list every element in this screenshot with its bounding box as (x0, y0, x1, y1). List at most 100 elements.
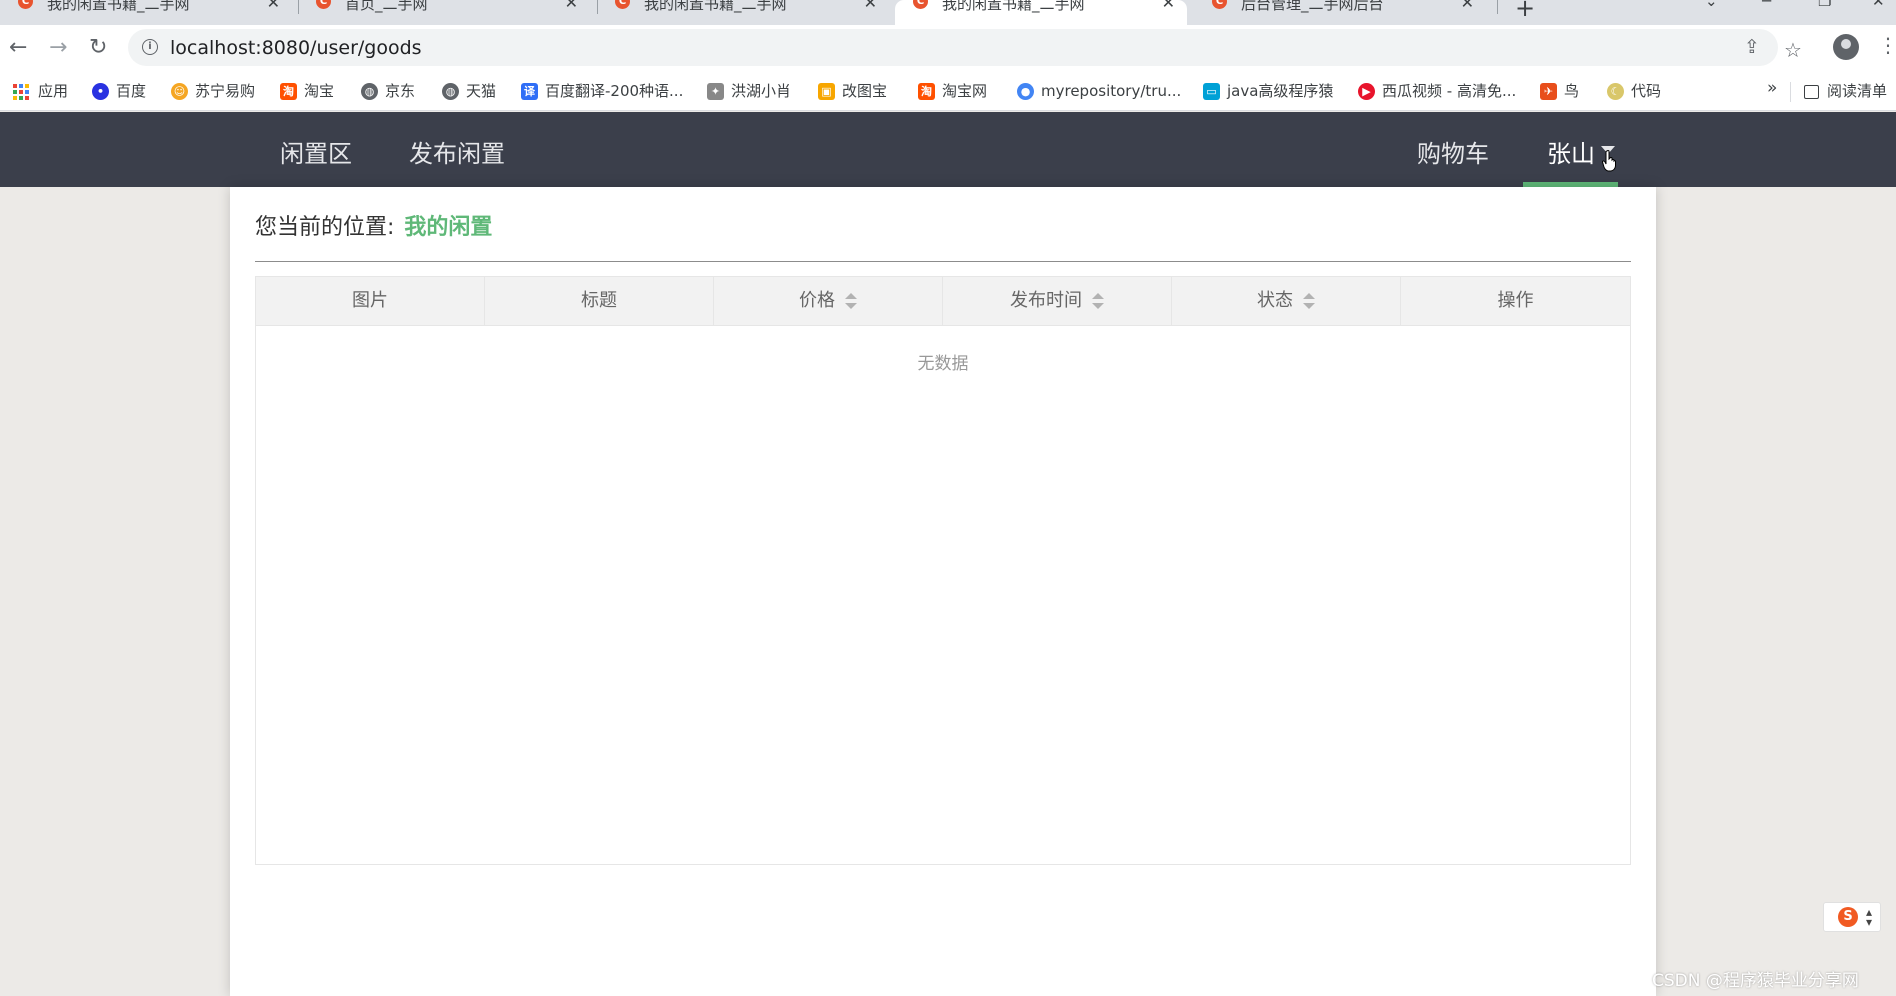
bookmark-java[interactable]: ▭ java高级程序猿 (1203, 80, 1333, 102)
bookmarks-divider (1790, 82, 1791, 102)
tab-close-icon[interactable]: ✕ (565, 0, 578, 11)
bookmark-gaitubao[interactable]: ▣ 改图宝 (818, 80, 887, 102)
sort-icon[interactable] (1303, 293, 1315, 309)
csdn-favicon-icon: C (615, 0, 630, 9)
tab-close-icon[interactable]: ✕ (267, 0, 280, 11)
taobao-icon: 淘 (280, 83, 297, 100)
tab-close-icon[interactable]: ✕ (1461, 0, 1474, 11)
bilibili-tv-icon: ▭ (1203, 83, 1220, 100)
csdn-favicon-icon: C (1212, 0, 1227, 9)
bookmark-niao[interactable]: ✈ 鸟 (1540, 80, 1579, 102)
column-header-price[interactable]: 价格 (714, 277, 943, 325)
minimize-window-icon[interactable]: ─ (1762, 0, 1771, 10)
bookmark-label: 淘宝网 (942, 82, 988, 100)
bookmark-daima[interactable]: ☾ 代码 (1607, 80, 1661, 102)
browser-tab-active[interactable]: C 我的闲置书籍_二手网 ✕ (895, 0, 1187, 25)
bookmarks-bar: 应用 • 百度 ☺ 苏宁易购 淘淘宝 ◍ 京东 ◍ 天猫 译百度翻译-200种语... … (0, 72, 1896, 111)
bookmark-apps[interactable]: 应用 (13, 80, 68, 102)
bookmark-xigua[interactable]: ▶ 西瓜视频 - 高清免... (1358, 80, 1516, 102)
bookmark-taobaowang[interactable]: 淘淘宝网 (918, 80, 987, 102)
tab-close-icon[interactable]: ✕ (1162, 0, 1175, 11)
globe-icon: ◍ (442, 83, 459, 100)
bookmark-suning[interactable]: ☺ 苏宁易购 (171, 80, 255, 102)
forward-arrow-icon[interactable]: → (49, 35, 67, 61)
bookmark-label: 百度翻译-200种语... (545, 82, 684, 100)
close-window-icon[interactable]: ✕ (1872, 0, 1885, 10)
back-arrow-icon[interactable]: ← (9, 35, 27, 61)
bookmark-baidu[interactable]: • 百度 (92, 80, 146, 102)
nav-publish-idle[interactable]: 发布闲置 (409, 134, 505, 169)
more-bookmarks-chevron-icon[interactable]: » (1767, 78, 1777, 98)
bookmark-jd[interactable]: ◍ 京东 (361, 80, 415, 102)
bookmark-label: 京东 (385, 82, 416, 100)
sogou-ime-icon[interactable]: S (1838, 907, 1858, 927)
csdn-favicon-icon: C (316, 0, 331, 9)
share-icon[interactable]: ⇪ (1744, 36, 1760, 58)
table-header: 图片 标题 价格 发布时间 状态 操作 (256, 277, 1630, 326)
address-url[interactable]: localhost:8080/user/goods (170, 37, 422, 59)
apps-grid-icon (13, 83, 29, 100)
empty-table-message: 无数据 (917, 354, 969, 374)
image-edit-icon: ▣ (818, 83, 835, 100)
address-bar[interactable]: i localhost:8080/user/goods ⇪ (128, 29, 1778, 66)
goods-table: 图片 标题 价格 发布时间 状态 操作 无数据 (255, 276, 1631, 865)
hand-pointer-cursor-icon (1602, 150, 1616, 172)
breadcrumb-divider (255, 261, 1631, 262)
browser-tab[interactable]: C 我的闲置书籍_二手网 ✕ (597, 0, 889, 25)
bookmark-myrepository[interactable]: ● myrepository/tru... (1017, 80, 1181, 102)
bookmark-label: 代码 (1631, 82, 1662, 100)
globe-icon: ◍ (361, 83, 378, 100)
browser-menu-icon[interactable]: ⋮ (1878, 33, 1896, 57)
tab-title: 首页_二手网 (345, 0, 428, 13)
bookmark-label: 天猫 (466, 82, 497, 100)
column-header-title: 标题 (485, 277, 714, 325)
translate-icon: 译 (521, 83, 538, 100)
bookmark-label: 淘宝 (304, 82, 335, 100)
reading-list-label: 阅读清单 (1827, 82, 1888, 100)
browser-tab[interactable]: C 后台管理_二手网后台 ✕ (1194, 0, 1486, 25)
site-info-icon[interactable]: i (142, 39, 158, 55)
tab-divider (1497, 0, 1498, 14)
ime-expand-icon[interactable]: ▴ ▾ (1866, 906, 1872, 928)
breadcrumb-current[interactable]: 我的闲置 (404, 215, 492, 240)
reading-list-icon (1804, 84, 1819, 99)
sort-icon[interactable] (1092, 293, 1104, 309)
bookmark-honghu[interactable]: ✦ 洪湖小肖 (707, 80, 791, 102)
bookmark-baidu-translate[interactable]: 译百度翻译-200种语... (521, 80, 683, 102)
moon-icon: ☾ (1607, 83, 1624, 100)
content-panel: 您当前的位置: 我的闲置 图片 标题 价格 发布时间 状态 操作 无数据 (230, 187, 1656, 996)
bookmark-label: 西瓜视频 - 高清免... (1382, 82, 1517, 100)
column-label: 发布时间 (1010, 290, 1082, 311)
bookmark-label: 应用 (38, 82, 69, 100)
new-tab-plus-icon[interactable]: + (1515, 0, 1535, 22)
tab-close-icon[interactable]: ✕ (864, 0, 877, 11)
nav-idle-zone[interactable]: 闲置区 (280, 134, 352, 169)
reload-icon[interactable]: ↻ (89, 35, 107, 61)
browser-tab[interactable]: C 我的闲置书籍_二手网 ✕ (0, 0, 292, 25)
restore-window-icon[interactable]: ❐ (1818, 0, 1831, 10)
bookmark-taobao[interactable]: 淘淘宝 (280, 80, 334, 102)
profile-avatar-icon[interactable] (1833, 34, 1859, 60)
bird-icon: ✦ (707, 83, 724, 100)
column-label: 图片 (352, 290, 388, 311)
column-label: 标题 (581, 290, 617, 311)
breadcrumb-prefix: 您当前的位置: (255, 215, 395, 240)
column-header-status[interactable]: 状态 (1172, 277, 1401, 325)
tab-search-chevron-icon[interactable]: ⌄ (1705, 0, 1718, 10)
bookmark-label: 改图宝 (842, 82, 888, 100)
sort-icon[interactable] (845, 293, 857, 309)
suning-lion-icon: ☺ (171, 83, 188, 100)
column-header-publish-time[interactable]: 发布时间 (943, 277, 1172, 325)
bird-icon: ✈ (1540, 83, 1557, 100)
browser-tab[interactable]: C 首页_二手网 ✕ (298, 0, 590, 25)
nav-cart[interactable]: 购物车 (1417, 134, 1489, 169)
bookmark-label: myrepository/tru... (1041, 82, 1182, 100)
bookmark-star-icon[interactable]: ☆ (1784, 38, 1802, 62)
tab-title: 后台管理_二手网后台 (1241, 0, 1384, 13)
user-name[interactable]: 张山 (1547, 134, 1595, 169)
chrome-icon: ● (1017, 83, 1034, 100)
reading-list-button[interactable]: 阅读清单 (1804, 80, 1887, 102)
ime-toolbar[interactable]: S ▴ ▾ (1823, 902, 1881, 932)
bookmark-label: java高级程序猿 (1227, 82, 1334, 100)
bookmark-tmall[interactable]: ◍ 天猫 (442, 80, 496, 102)
